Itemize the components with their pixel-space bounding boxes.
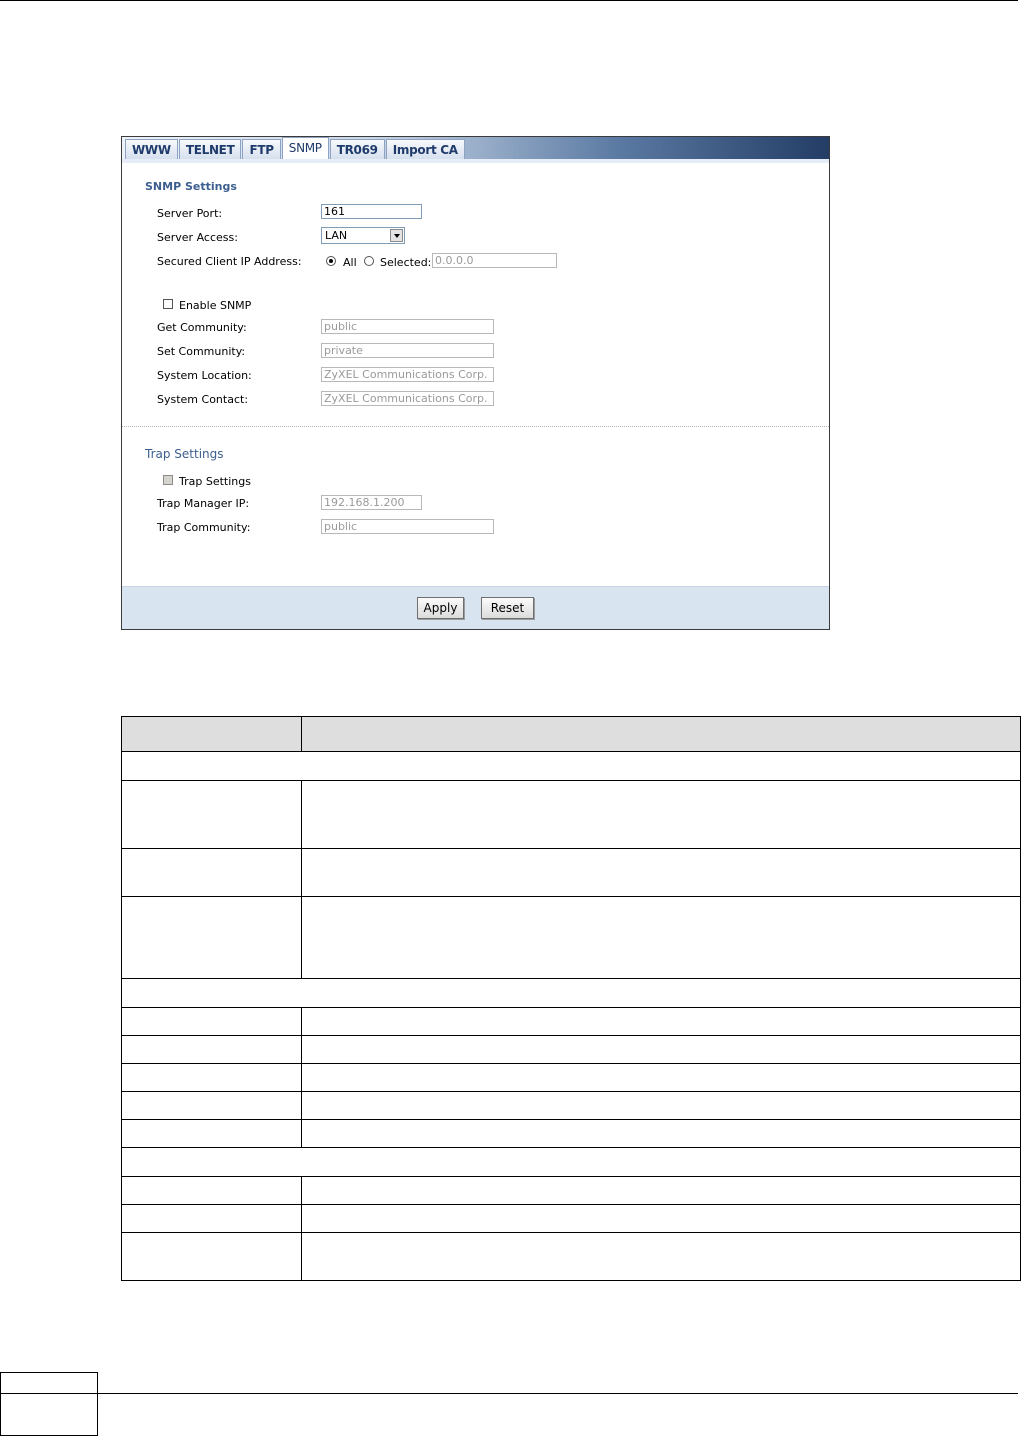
trap-settings-title: Trap Settings [145,447,224,461]
table-row [121,1176,1021,1205]
table-cell [301,896,1021,979]
tab-www[interactable]: WWW [125,139,178,159]
table-cell [121,896,302,979]
system-contact-label: System Contact: [157,393,249,406]
secured-client-label: Secured Client IP Address: [157,255,302,268]
tab-tr069[interactable]: TR069 [329,139,385,159]
radio-selected[interactable] [364,256,374,266]
table-cell [301,1119,1021,1148]
table-cell [121,1063,302,1092]
table-row [121,1035,1021,1064]
table-cell [121,1147,1021,1177]
table-cell [121,1119,302,1148]
tab-import-ca[interactable]: Import CA [385,139,465,159]
table-cell [121,1176,302,1205]
table-cell [301,1035,1021,1064]
get-community-label: Get Community: [157,321,247,334]
trap-manager-input[interactable]: 192.168.1.200 [321,495,422,510]
server-access-label: Server Access: [157,231,238,244]
table-row [121,848,1021,897]
table-cell [301,1063,1021,1092]
table-section-row [121,751,1021,781]
chevron-down-icon[interactable] [390,229,403,242]
tab-snmp[interactable]: SNMP [281,137,329,159]
table-cell [121,978,1021,1008]
section-divider [122,426,829,427]
set-community-label: Set Community: [157,345,246,358]
tab-underline [122,159,829,163]
snmp-screenshot-panel: WWW TELNET FTP SNMP TR069 Import CA SNMP… [121,136,830,630]
tab-telnet[interactable]: TELNET [178,139,242,159]
table-row [121,1119,1021,1148]
top-rule [0,0,1018,1]
table-header-cell [301,716,1021,752]
server-port-label: Server Port: [157,207,223,220]
server-port-input[interactable]: 161 [321,204,422,219]
table-row [121,1063,1021,1092]
enable-snmp-label: Enable SNMP [179,299,252,312]
trap-settings-checkbox-label: Trap Settings [179,475,251,488]
table-row [121,1007,1021,1036]
system-location-input[interactable]: ZyXEL Communications Corp. [321,367,494,382]
tab-bar: WWW TELNET FTP SNMP TR069 Import CA [122,137,829,159]
system-contact-input[interactable]: ZyXEL Communications Corp. [321,391,494,406]
apply-button[interactable]: Apply [417,597,464,619]
reset-button[interactable]: Reset [481,597,534,619]
table-section-row [121,978,1021,1008]
radio-selected-label: Selected: [380,256,432,269]
server-access-select[interactable]: LAN [321,227,405,244]
table-cell [121,848,302,897]
table-header-row [121,716,1021,752]
table-cell [301,1232,1021,1281]
trap-settings-checkbox[interactable] [163,475,173,485]
set-community-input[interactable]: private [321,343,494,358]
table-row [121,780,1021,849]
table-cell [121,1091,302,1120]
table-cell [301,1204,1021,1233]
radio-all[interactable] [326,256,336,266]
table-section-row [121,1147,1021,1177]
table-row [121,1091,1021,1120]
get-community-input[interactable]: public [321,319,494,334]
system-location-label: System Location: [157,369,252,382]
button-footer: Apply Reset [122,586,829,629]
table-cell [121,1035,302,1064]
table-cell [121,1232,302,1281]
table-cell [301,780,1021,849]
table-cell [301,1176,1021,1205]
snmp-settings-title: SNMP Settings [145,180,237,193]
description-table [121,716,1021,1281]
table-row [121,1232,1021,1281]
table-cell [301,1091,1021,1120]
enable-snmp-checkbox[interactable] [163,299,173,309]
page-number-box [0,1372,98,1436]
table-cell [301,1007,1021,1036]
footer-rule [0,1393,1018,1394]
selected-ip-input[interactable]: 0.0.0.0 [432,253,557,268]
tab-ftp[interactable]: FTP [242,139,281,159]
radio-all-label: All [343,256,357,269]
table-cell [121,780,302,849]
table-cell [301,848,1021,897]
table-row [121,1204,1021,1233]
trap-manager-label: Trap Manager IP: [157,497,250,510]
trap-community-input[interactable]: public [321,519,494,534]
table-header-cell [121,716,302,752]
table-cell [121,1204,302,1233]
server-access-value: LAN [325,229,348,242]
table-row [121,896,1021,979]
table-cell [121,751,1021,781]
trap-community-label: Trap Community: [157,521,251,534]
table-cell [121,1007,302,1036]
